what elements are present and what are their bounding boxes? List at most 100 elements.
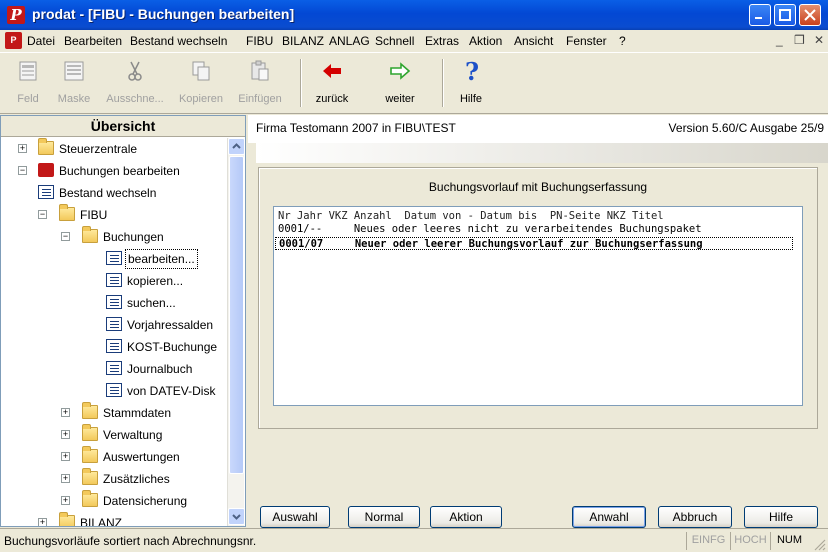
tool-einfuegen-button[interactable]: Einfügen [232,57,288,109]
tree-item-steuerzentrale[interactable]: + Steuerzentrale [1,138,227,160]
chevron-down-icon [232,514,241,520]
title-bar[interactable]: P prodat - [FIBU - Buchungen bearbeiten] [0,0,828,30]
tree-item-label: BILANZ [80,516,123,526]
tree-item-verwaltung[interactable]: + Verwaltung [1,424,227,446]
tool-maske-button[interactable]: Maske [52,57,96,109]
tree-item-von-datev-disk[interactable]: von DATEV-Disk [1,380,227,402]
header-gradient [256,143,828,163]
scroll-thumb[interactable] [229,156,244,474]
collapse-icon[interactable]: − [18,166,27,175]
menu-extras[interactable]: Extras [425,34,459,48]
tool-kopieren-label: Kopieren [178,93,224,105]
menu-fenster[interactable]: Fenster [566,34,607,48]
tree-item-fibu[interactable]: − FIBU [1,204,227,226]
collapse-icon[interactable]: − [61,232,70,241]
aktion-button[interactable]: Aktion [430,506,502,528]
status-message: Buchungsvorläufe sortiert nach Abrechnun… [4,534,257,548]
num-indicator: NUM [770,532,808,550]
expand-icon[interactable]: + [38,518,47,526]
folder-icon [82,490,98,507]
mdi-restore-button[interactable]: ❒ [794,33,805,47]
tree-item-kost-buchungen[interactable]: KOST-Buchunge [1,336,227,358]
list-item-selected[interactable]: 0001/07 Neuer oder leerer Buchungsvorlau… [275,237,793,250]
tool-zurueck-button[interactable]: zurück [308,57,356,109]
minimize-button[interactable] [749,4,771,26]
tree-item-label: Vorjahressalden [127,318,214,332]
toolbar-separator [300,59,302,107]
tree-item-label: Buchungen bearbeiten [59,164,180,178]
tree-item-vorjahressalden[interactable]: Vorjahressalden [1,314,227,336]
normal-button[interactable]: Normal [348,506,420,528]
tree-item-zusaetzliches[interactable]: + Zusätzliches [1,468,227,490]
maximize-button[interactable] [774,4,796,26]
menu-anlag[interactable]: ANLAG [329,34,370,48]
menu-bearbeiten[interactable]: Bearbeiten [64,34,122,48]
window-title: prodat - [FIBU - Buchungen bearbeiten] [32,6,295,22]
tool-feld-button[interactable]: Feld [8,57,48,109]
navigation-tree: + Steuerzentrale − Buchungen bearbeiten … [1,138,227,526]
tree-item-buchungen[interactable]: − Buchungen [1,226,227,248]
main-content: Firma Testomann 2007 in FIBU\TEST Versio… [248,115,828,528]
tree-item-bearbeiten[interactable]: bearbeiten... [1,248,227,270]
auswahl-button[interactable]: Auswahl [260,506,330,528]
anwahl-button[interactable]: Anwahl [572,506,646,528]
toolbar-separator [442,59,444,107]
expand-icon[interactable]: + [61,408,70,417]
mdi-close-button[interactable]: ✕ [814,33,824,47]
tree-item-auswertungen[interactable]: + Auswertungen [1,446,227,468]
tree-item-kopieren[interactable]: kopieren... [1,270,227,292]
tree-item-datensicherung[interactable]: + Datensicherung [1,490,227,512]
close-button[interactable] [799,4,821,26]
scroll-down-button[interactable] [228,508,245,525]
menu-fibu[interactable]: FIBU [246,34,273,48]
resize-grip-icon[interactable] [812,537,826,551]
tree-item-buchungen-bearbeiten[interactable]: − Buchungen bearbeiten [1,160,227,182]
menu-datei[interactable]: Datei [27,34,55,48]
tree-item-suchen[interactable]: suchen... [1,292,227,314]
expand-icon[interactable]: + [61,474,70,483]
abbruch-button[interactable]: Abbruch [658,506,732,528]
menu-ansicht[interactable]: Ansicht [514,34,553,48]
document-system-icon[interactable]: P [5,32,22,49]
expand-icon[interactable]: + [18,144,27,153]
tree-item-label: kopieren... [127,274,184,288]
list-header: Nr Jahr VKZ Anzahl Datum von - Datum bis… [278,210,664,222]
hilfe-button[interactable]: Hilfe [744,506,818,528]
tool-hilfe-button[interactable]: ? Hilfe [446,57,496,109]
tree-item-label: KOST-Buchunge [127,340,218,354]
tool-kopieren-button[interactable]: Kopieren [173,57,229,109]
tool-ausschneiden-button[interactable]: Ausschne... [100,57,170,109]
svg-text:?: ? [465,59,479,83]
buchungsvorlauf-list[interactable]: Nr Jahr VKZ Anzahl Datum von - Datum bis… [273,206,803,406]
tool-feld-label: Feld [17,93,39,105]
list-item[interactable]: 0001/-- Neues oder leeres nicht zu verar… [278,223,702,236]
menu-bestand-wechseln[interactable]: Bestand wechseln [130,34,227,48]
tree-item-bilanz[interactable]: + BILANZ [1,512,227,526]
menu-aktion[interactable]: Aktion [469,34,502,48]
menu-help[interactable]: ? [619,34,626,48]
folder-icon [59,204,75,221]
tree-item-label: Zusätzliches [103,472,170,486]
status-bar: Buchungsvorläufe sortiert nach Abrechnun… [0,528,828,552]
expand-icon[interactable]: + [61,496,70,505]
tool-weiter-button[interactable]: weiter [372,57,428,109]
tree-item-journalbuch[interactable]: Journalbuch [1,358,227,380]
collapse-icon[interactable]: − [38,210,47,219]
sidebar-scrollbar[interactable] [227,138,245,526]
scroll-up-button[interactable] [228,138,245,155]
mdi-minimize-button[interactable]: _ [776,33,783,47]
tree-item-label: FIBU [80,208,108,222]
app-icon [38,163,54,177]
tree-item-label: suchen... [127,296,176,310]
menu-bilanz[interactable]: BILANZ [282,34,324,48]
expand-icon[interactable]: + [61,452,70,461]
expand-icon[interactable]: + [61,430,70,439]
tree-item-stammdaten[interactable]: + Stammdaten [1,402,227,424]
mask-icon [64,61,84,81]
tree-item-label: Buchungen [103,230,164,244]
sidebar-title: Übersicht [1,116,245,137]
menu-schnell[interactable]: Schnell [375,34,414,48]
folder-icon [82,402,98,419]
tree-item-bestand-wechseln[interactable]: Bestand wechseln [1,182,227,204]
maximize-icon [779,9,791,21]
